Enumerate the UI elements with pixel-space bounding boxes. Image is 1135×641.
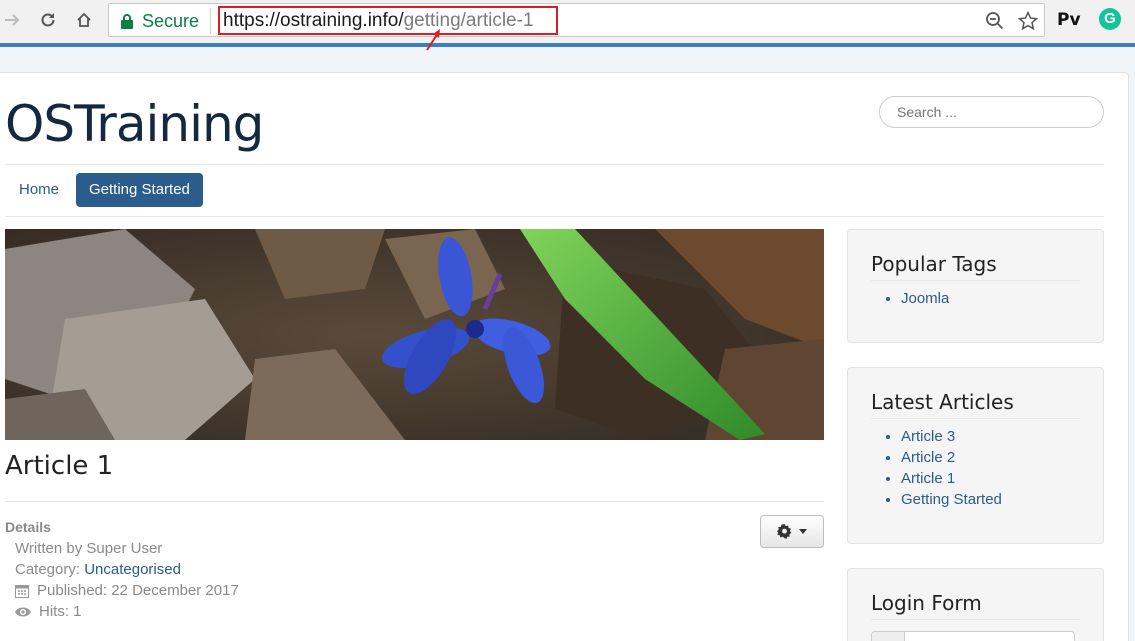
- secure-indicator[interactable]: Secure: [121, 10, 199, 32]
- category-info: Category: Uncategorised: [15, 561, 181, 578]
- login-form-module: Login Form: [847, 568, 1104, 641]
- user-icon: [872, 632, 905, 641]
- hits-info: Hits: 1: [15, 603, 82, 620]
- site-title[interactable]: OSTraining: [5, 95, 264, 153]
- forward-icon[interactable]: [0, 8, 24, 32]
- gear-icon: [777, 524, 792, 539]
- nav-item-getting-started[interactable]: Getting Started: [76, 173, 203, 207]
- calendar-icon: [15, 584, 29, 598]
- url-host: https://ostraining.info/: [223, 10, 404, 31]
- details-heading: Details: [5, 519, 51, 535]
- grammarly-icon[interactable]: G: [1099, 8, 1121, 30]
- latest-article-link[interactable]: Article 3: [901, 428, 955, 445]
- published-date: Published: 22 December 2017: [37, 582, 239, 599]
- divider: [210, 8, 211, 34]
- chevron-down-icon: [799, 529, 807, 534]
- category-link[interactable]: Uncategorised: [84, 561, 181, 578]
- latest-article-link[interactable]: Article 1: [901, 470, 955, 487]
- reload-icon[interactable]: [36, 8, 60, 32]
- lock-icon: [121, 13, 133, 29]
- extension-pv-icon[interactable]: Pv: [1057, 8, 1081, 32]
- latest-article-link[interactable]: Article 2: [901, 449, 955, 466]
- home-icon[interactable]: [72, 8, 96, 32]
- browser-toolbar: Secure https://ostraining.info/getting/a…: [0, 0, 1135, 44]
- url-text[interactable]: https://ostraining.info/getting/article-…: [218, 6, 558, 35]
- address-bar[interactable]: Secure https://ostraining.info/getting/a…: [108, 3, 1045, 37]
- nav-item-home[interactable]: Home: [6, 173, 72, 207]
- popular-tags-module: Popular Tags Joomla: [847, 229, 1104, 343]
- module-title: Login Form: [871, 591, 1080, 620]
- toolbar-accent-line: [0, 43, 1135, 47]
- username-field[interactable]: [871, 631, 1075, 641]
- tag-link[interactable]: Joomla: [901, 290, 949, 307]
- hits-count: Hits: 1: [39, 603, 82, 620]
- article-tools-button[interactable]: [760, 515, 824, 548]
- divider: [5, 501, 824, 502]
- written-by: Written by Super User: [15, 540, 163, 557]
- zoom-icon[interactable]: [985, 11, 1005, 31]
- page-container: OSTraining Home Getting Started: [0, 72, 1129, 641]
- author-info: Written by Super User: [15, 540, 162, 557]
- article-title[interactable]: Article 1: [5, 451, 113, 481]
- published-info: Published: 22 December 2017: [15, 582, 239, 599]
- latest-articles-module: Latest Articles Article 3 Article 2 Arti…: [847, 367, 1104, 544]
- bookmark-star-icon[interactable]: [1017, 10, 1039, 31]
- article-hero-image: [5, 229, 824, 440]
- category-label: Category:: [15, 561, 85, 578]
- eye-icon: [15, 607, 31, 616]
- divider: [5, 164, 1104, 165]
- module-title: Popular Tags: [871, 252, 1080, 281]
- latest-article-link[interactable]: Getting Started: [901, 491, 1002, 508]
- divider: [5, 216, 1104, 217]
- module-title: Latest Articles: [871, 390, 1080, 419]
- search-input[interactable]: [879, 96, 1104, 128]
- secure-label: Secure: [142, 10, 200, 31]
- annotation-arrow-icon: [426, 29, 440, 51]
